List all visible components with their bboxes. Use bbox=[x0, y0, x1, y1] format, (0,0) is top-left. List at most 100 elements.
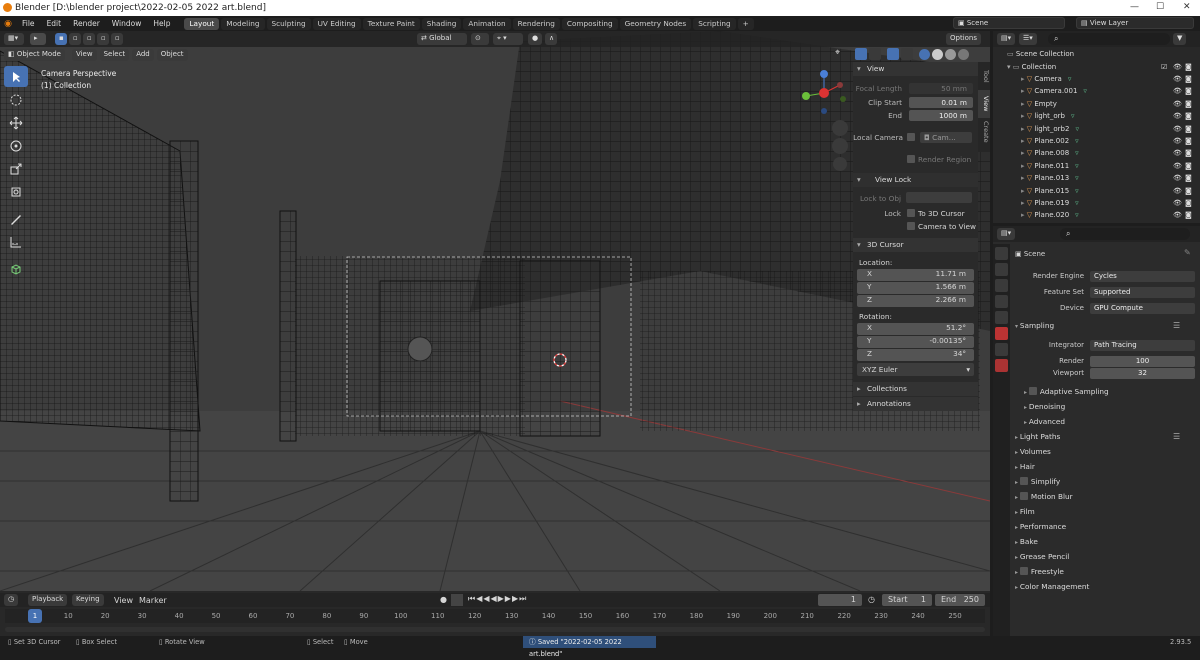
outliner-item[interactable]: ▸ ▽ Plane.015 ▿ 👁 ◙ bbox=[993, 185, 1200, 197]
eye-icon[interactable]: 👁 bbox=[1173, 73, 1182, 85]
menu-render[interactable]: Render bbox=[67, 16, 106, 31]
advanced-header[interactable]: Advanced bbox=[1024, 415, 1065, 429]
proportional-falloff-icon[interactable]: ∧ bbox=[545, 33, 557, 45]
panel-header-grease-pencil[interactable]: Grease Pencil bbox=[1015, 550, 1069, 564]
menu-edit[interactable]: Edit bbox=[41, 16, 68, 31]
camera-render-icon[interactable]: ◙ bbox=[1185, 73, 1192, 85]
add-workspace-button[interactable]: + bbox=[737, 17, 754, 30]
tab-layout[interactable]: Layout bbox=[184, 17, 220, 30]
outliner-collection[interactable]: ▾ ▭ Collection ☑ 👁 ◙ bbox=[993, 61, 1200, 73]
render-engine-dropdown[interactable]: Cycles bbox=[1090, 271, 1195, 282]
orientation-dropdown[interactable]: ⇄ Global bbox=[417, 33, 467, 45]
collection-properties-tab-icon[interactable] bbox=[995, 343, 1008, 356]
transform-tool-icon[interactable] bbox=[4, 181, 28, 202]
cursor-location-y[interactable]: Y 1.566 m bbox=[857, 282, 974, 294]
tab-scripting[interactable]: Scripting bbox=[693, 17, 736, 30]
render-region-toggle[interactable]: Render Region bbox=[907, 155, 971, 164]
panel-enable-checkbox[interactable] bbox=[1019, 567, 1028, 575]
tab-compositing[interactable]: Compositing bbox=[561, 17, 618, 30]
sampling-panel-header[interactable]: Sampling bbox=[1015, 319, 1054, 333]
scene-selector[interactable]: ▣ Scene bbox=[953, 17, 1065, 29]
panel-header-hair[interactable]: Hair bbox=[1015, 460, 1035, 474]
integrator-dropdown[interactable]: Path Tracing bbox=[1090, 340, 1195, 351]
auto-keying-icon[interactable] bbox=[451, 594, 463, 606]
rotate-tool-icon[interactable] bbox=[4, 135, 28, 156]
camera-render-icon[interactable]: ◙ bbox=[1185, 135, 1192, 147]
timeline-scrollbar[interactable] bbox=[5, 627, 985, 632]
minimize-button[interactable]: — bbox=[1130, 2, 1139, 12]
pin-icon[interactable]: ✎ bbox=[1184, 248, 1191, 257]
menu-select[interactable]: Select bbox=[99, 49, 130, 61]
local-camera-checkbox[interactable] bbox=[907, 133, 915, 141]
camera-render-icon[interactable]: ◙ bbox=[1185, 147, 1192, 159]
denoising-header[interactable]: Denoising bbox=[1024, 400, 1065, 414]
device-dropdown[interactable]: GPU Compute bbox=[1090, 303, 1195, 314]
view-panel-header[interactable]: View bbox=[853, 62, 978, 76]
cursor-location-z[interactable]: Z 2.266 m bbox=[857, 295, 974, 307]
timeline-marker-menu[interactable]: Marker bbox=[139, 596, 167, 605]
proportional-edit-icon[interactable]: ● bbox=[528, 33, 542, 45]
properties-search-input[interactable]: ⌕ bbox=[1060, 228, 1190, 240]
camera-render-icon[interactable]: ◙ bbox=[1185, 98, 1192, 110]
material-shading-icon[interactable] bbox=[945, 48, 956, 60]
eye-icon[interactable]: 👁 bbox=[1173, 160, 1182, 172]
clip-start-field[interactable]: 0.01 m bbox=[909, 97, 973, 108]
current-frame-field[interactable]: 1 bbox=[818, 594, 862, 606]
tab-create[interactable]: Create bbox=[978, 118, 990, 146]
select-mode-extend-icon[interactable]: ▫ bbox=[69, 33, 81, 45]
select-mode-intersect-icon[interactable]: ▫ bbox=[111, 33, 123, 45]
playback-menu[interactable]: Playback bbox=[28, 594, 68, 606]
view-layer-selector[interactable]: ▤ View Layer bbox=[1076, 17, 1194, 29]
panel-header-motion-blur[interactable]: Motion Blur bbox=[1015, 490, 1073, 504]
outliner-item[interactable]: ▸ ▽ Plane.019 ▿ 👁 ◙ bbox=[993, 197, 1200, 209]
tab-rendering[interactable]: Rendering bbox=[512, 17, 560, 30]
menu-help[interactable]: Help bbox=[147, 16, 176, 31]
overlay-icon[interactable] bbox=[887, 48, 899, 60]
scale-tool-icon[interactable] bbox=[4, 158, 28, 179]
mode-dropdown[interactable]: ◧ Object Mode bbox=[4, 49, 65, 61]
eye-icon[interactable]: 👁 bbox=[1173, 147, 1182, 159]
cursor-tool-icon[interactable] bbox=[4, 89, 28, 110]
select-mode-new-icon[interactable]: ▪ bbox=[55, 33, 67, 45]
tab-uv-editing[interactable]: UV Editing bbox=[312, 17, 361, 30]
view-lock-header[interactable]: View Lock bbox=[853, 173, 978, 187]
tab-tool[interactable]: Tool bbox=[978, 62, 990, 90]
outliner-item[interactable]: ▸ ▽ Plane.011 ▿ 👁 ◙ bbox=[993, 160, 1200, 172]
annotations-panel-header[interactable]: Annotations bbox=[853, 397, 978, 411]
eye-icon[interactable]: 👁 bbox=[1173, 85, 1182, 97]
properties-editor-icon[interactable]: ▤▾ bbox=[997, 228, 1016, 240]
cursor-location-x[interactable]: X 11.71 m bbox=[857, 269, 974, 281]
outliner-item[interactable]: ▸ ▽ Plane.002 ▿ 👁 ◙ bbox=[993, 135, 1200, 147]
adaptive-sampling-header[interactable]: Adaptive Sampling bbox=[1024, 385, 1109, 399]
editor-type-button[interactable]: ▦▾ bbox=[4, 33, 24, 45]
menu-window[interactable]: Window bbox=[106, 16, 148, 31]
rendered-shading-icon[interactable] bbox=[958, 48, 969, 60]
eye-icon[interactable]: 👁 bbox=[1173, 110, 1182, 122]
add-cube-tool-icon[interactable] bbox=[4, 258, 28, 279]
navigation-gizmo[interactable] bbox=[795, 66, 853, 171]
menu-object[interactable]: Object bbox=[156, 49, 188, 61]
view-layer-tab-icon[interactable] bbox=[995, 295, 1008, 308]
camera-render-icon[interactable]: ◙ bbox=[1185, 61, 1192, 73]
tab-texture-paint[interactable]: Texture Paint bbox=[362, 17, 420, 30]
snap-icon[interactable]: ⌖ ▾ bbox=[493, 33, 523, 45]
render-samples-field[interactable]: 100 bbox=[1090, 356, 1195, 367]
local-camera-field[interactable]: ◘ Cam... bbox=[920, 132, 972, 143]
select-mode-subtract-icon[interactable]: ▫ bbox=[83, 33, 95, 45]
options-dropdown[interactable]: Options bbox=[946, 33, 982, 45]
tab-view[interactable]: View bbox=[978, 90, 990, 118]
panel-header-light-paths[interactable]: Light Paths bbox=[1015, 430, 1060, 444]
eye-icon[interactable]: 👁 bbox=[1173, 98, 1182, 110]
outliner-editor-icon[interactable]: ▤▾ bbox=[997, 33, 1016, 45]
viewport-samples-field[interactable]: 32 bbox=[1090, 368, 1195, 379]
visibility-icon[interactable] bbox=[855, 48, 867, 60]
menu-file[interactable]: File bbox=[16, 16, 41, 31]
wireframe-shading-icon[interactable] bbox=[919, 48, 930, 60]
annotate-tool-icon[interactable] bbox=[4, 208, 28, 229]
panel-enable-checkbox[interactable] bbox=[1019, 492, 1028, 500]
tab-animation[interactable]: Animation bbox=[463, 17, 511, 30]
gizmo-icon[interactable] bbox=[869, 48, 881, 60]
render-properties-tab-icon[interactable] bbox=[995, 263, 1008, 276]
select-tool-icon[interactable]: ▸ bbox=[30, 33, 46, 45]
camera-render-icon[interactable]: ◙ bbox=[1185, 209, 1192, 221]
